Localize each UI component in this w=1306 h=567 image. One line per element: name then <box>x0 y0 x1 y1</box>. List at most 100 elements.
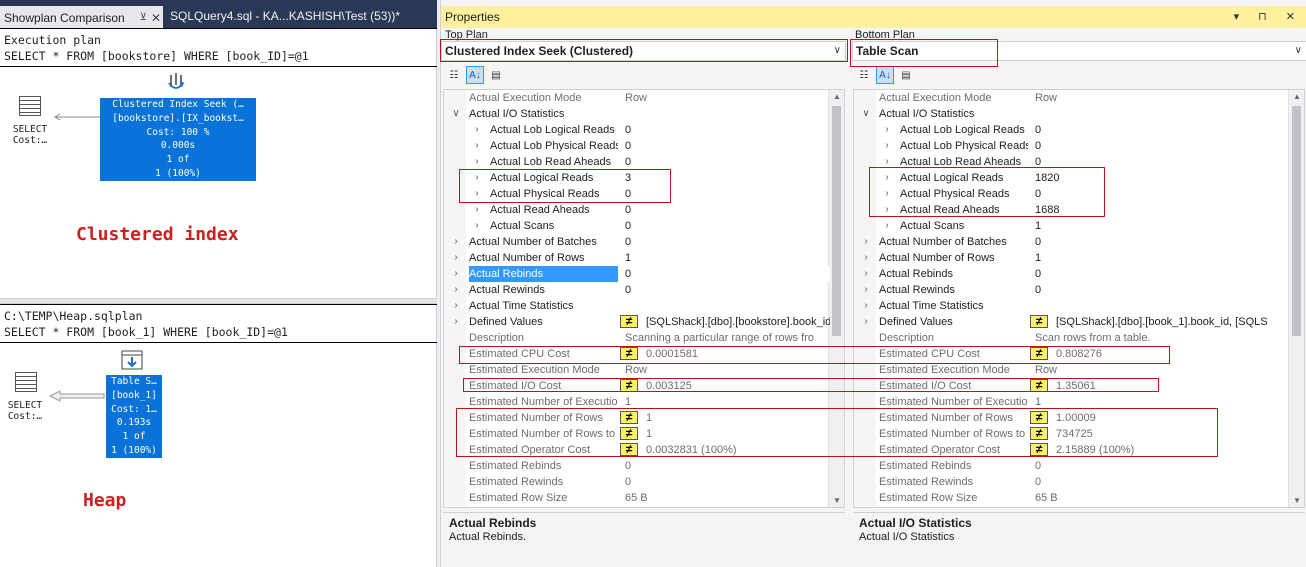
expand-chevron-icon[interactable]: › <box>472 218 482 234</box>
tab-sqlquery4[interactable]: SQLQuery4.sql - KA...KASHISH\Test (53))* <box>166 6 406 28</box>
alphabetical-icon[interactable]: A↓ <box>876 66 894 84</box>
expand-chevron-icon[interactable]: › <box>882 170 892 186</box>
property-row[interactable]: Estimated Execution Mode Row <box>854 362 1290 378</box>
property-row[interactable]: Estimated Execution Mode Row <box>444 362 830 378</box>
expand-chevron-icon[interactable]: › <box>861 250 871 266</box>
expand-chevron-icon[interactable]: › <box>861 282 871 298</box>
property-row[interactable]: Estimated Number of Rows to be Read≠1 <box>444 426 830 442</box>
property-row[interactable]: › Actual Time Statistics <box>854 298 1290 314</box>
property-row[interactable]: › Actual Rebinds 0 <box>854 266 1290 282</box>
property-row[interactable]: Estimated CPU Cost ≠ 0.0001581 <box>444 346 830 362</box>
vertical-scrollbar[interactable]: ▲ ▼ <box>828 90 844 507</box>
scrollbar-thumb[interactable] <box>1292 106 1301 336</box>
property-row[interactable]: ∨ Actual I/O Statistics <box>854 106 1290 122</box>
property-row[interactable]: Estimated CPU Cost ≠ 0.808276 <box>854 346 1290 362</box>
property-row[interactable]: Estimated Rebinds 0 <box>444 458 830 474</box>
expand-chevron-icon[interactable]: › <box>451 314 461 330</box>
expand-chevron-icon[interactable]: › <box>882 218 892 234</box>
property-row[interactable]: Description Scanning a particular range o… <box>444 330 830 346</box>
clustered-index-seek-operator[interactable]: Clustered Index Seek (… [bookstore].[IX_… <box>100 98 256 181</box>
property-row[interactable]: Estimated Operator Cost ≠ 0.0032831 (100%) <box>444 442 830 458</box>
property-row[interactable]: Description Scan rows from a table. <box>854 330 1290 346</box>
bottom-plan-operator-select[interactable]: Table Scan ∨ <box>852 41 1306 61</box>
expand-chevron-icon[interactable]: › <box>861 234 871 250</box>
property-row[interactable]: › Actual Physical Reads 0 <box>854 186 1290 202</box>
property-row[interactable]: › Defined Values ≠ [SQLShack].[dbo].[bookst… <box>444 314 830 330</box>
property-row[interactable]: › Actual Lob Physical Reads 0 <box>854 138 1290 154</box>
close-icon[interactable]: ✕ <box>151 8 161 28</box>
property-row[interactable]: › Actual Rewinds 0 <box>444 282 830 298</box>
expand-chevron-icon[interactable]: › <box>882 186 892 202</box>
expand-chevron-icon[interactable]: › <box>472 122 482 138</box>
property-row[interactable]: Estimated Row Size 65 B <box>444 490 830 506</box>
property-row[interactable]: Estimated Operator Cost ≠ 2.15889 (100%) <box>854 442 1290 458</box>
tab-showplan-comparison[interactable]: Showplan Comparison ⊻ ✕ <box>0 6 163 28</box>
scrollbar-thumb[interactable] <box>832 106 841 336</box>
property-pages-icon[interactable]: ▤ <box>897 66 915 84</box>
expand-chevron-icon[interactable]: › <box>882 202 892 218</box>
select-operator-icon[interactable] <box>15 372 37 392</box>
categorized-icon[interactable]: ☷ <box>855 66 873 84</box>
expand-chevron-icon[interactable]: › <box>472 138 482 154</box>
expand-chevron-icon[interactable]: › <box>472 202 482 218</box>
table-scan-operator[interactable]: Table S… [book_1] Cost: 1… 0.193s 1 of 1… <box>106 375 162 458</box>
property-row[interactable]: › Actual Read Aheads 0 <box>444 202 830 218</box>
expand-chevron-icon[interactable]: › <box>861 266 871 282</box>
expand-chevron-icon[interactable]: › <box>472 154 482 170</box>
property-row[interactable]: › Actual Number of Rows 1 <box>854 250 1290 266</box>
expand-chevron-icon[interactable]: › <box>451 282 461 298</box>
property-row[interactable]: › Defined Values ≠ [SQLShack].[dbo].[book_1… <box>854 314 1290 330</box>
property-row[interactable]: › Actual Rewinds 0 <box>854 282 1290 298</box>
property-row[interactable]: Estimated I/O Cost ≠ 1.35061 <box>854 378 1290 394</box>
collapse-chevron-icon[interactable]: ∨ <box>861 106 871 122</box>
property-row[interactable]: › Actual Number of Batches 0 <box>444 234 830 250</box>
expand-chevron-icon[interactable]: › <box>472 170 482 186</box>
property-row[interactable]: › Actual Scans 0 <box>444 218 830 234</box>
expand-chevron-icon[interactable]: › <box>451 298 461 314</box>
scroll-down-icon[interactable]: ▼ <box>829 496 844 505</box>
pin-icon[interactable]: ⊻ <box>140 8 147 28</box>
property-row[interactable]: › Actual Lob Read Aheads 0 <box>444 154 830 170</box>
expand-chevron-icon[interactable]: › <box>861 314 871 330</box>
property-row[interactable]: Estimated I/O Cost ≠ 0.003125 <box>444 378 830 394</box>
property-row[interactable]: Estimated Number of Executions 1 <box>444 394 830 410</box>
property-row[interactable]: Estimated Rewinds 0 <box>444 474 830 490</box>
property-row[interactable]: Estimated Rewinds 0 <box>854 474 1290 490</box>
expand-chevron-icon[interactable]: › <box>451 250 461 266</box>
property-row[interactable]: Estimated Number of Rows to be Read≠ 7347… <box>854 426 1290 442</box>
property-row[interactable]: Estimated Number of Rows ≠ 1.00009 <box>854 410 1290 426</box>
property-row[interactable]: Estimated Row Size 65 B <box>854 490 1290 506</box>
property-row[interactable]: › Actual Time Statistics <box>444 298 830 314</box>
scroll-up-icon[interactable]: ▲ <box>1289 92 1304 101</box>
property-row[interactable]: › Actual Lob Read Aheads 0 <box>854 154 1290 170</box>
property-row[interactable]: › Actual Lob Logical Reads 0 <box>444 122 830 138</box>
property-row[interactable]: › Actual Rebinds 0 <box>444 266 830 282</box>
property-row[interactable]: Actual Execution Mode Row <box>444 90 830 106</box>
select-operator-icon[interactable] <box>19 96 41 116</box>
chevron-down-icon[interactable]: ∨ <box>834 42 841 60</box>
property-row[interactable]: › Actual Lob Physical Reads 0 <box>444 138 830 154</box>
property-row[interactable]: › Actual Read Aheads 1688 <box>854 202 1290 218</box>
property-row[interactable]: › Actual Number of Batches 0 <box>854 234 1290 250</box>
top-plan-operator-select[interactable]: Clustered Index Seek (Clustered) ∨ <box>441 41 846 61</box>
expand-chevron-icon[interactable]: › <box>882 138 892 154</box>
scroll-up-icon[interactable]: ▲ <box>829 92 844 101</box>
property-row[interactable]: Estimated Number of Executions 1 <box>854 394 1290 410</box>
chevron-down-icon[interactable]: ∨ <box>1295 42 1302 60</box>
property-row[interactable]: › Actual Physical Reads 0 <box>444 186 830 202</box>
expand-chevron-icon[interactable]: › <box>882 154 892 170</box>
property-row[interactable]: Actual Execution Mode Row <box>854 90 1290 106</box>
categorized-icon[interactable]: ☷ <box>445 66 463 84</box>
expand-chevron-icon[interactable]: › <box>451 266 461 282</box>
property-row[interactable]: › Actual Lob Logical Reads 0 <box>854 122 1290 138</box>
property-row[interactable]: › Actual Scans 1 <box>854 218 1290 234</box>
expand-chevron-icon[interactable]: › <box>882 122 892 138</box>
property-pages-icon[interactable]: ▤ <box>487 66 505 84</box>
collapse-chevron-icon[interactable]: ∨ <box>451 106 461 122</box>
scroll-down-icon[interactable]: ▼ <box>1289 496 1304 505</box>
vertical-scrollbar[interactable]: ▲ ▼ <box>1288 90 1304 507</box>
expand-chevron-icon[interactable]: › <box>451 234 461 250</box>
property-row[interactable]: › Actual Logical Reads 1820 <box>854 170 1290 186</box>
property-row[interactable]: › Actual Logical Reads 3 <box>444 170 830 186</box>
window-buttons-icon[interactable]: ▾ ⊓ ✕ <box>1234 6 1303 28</box>
